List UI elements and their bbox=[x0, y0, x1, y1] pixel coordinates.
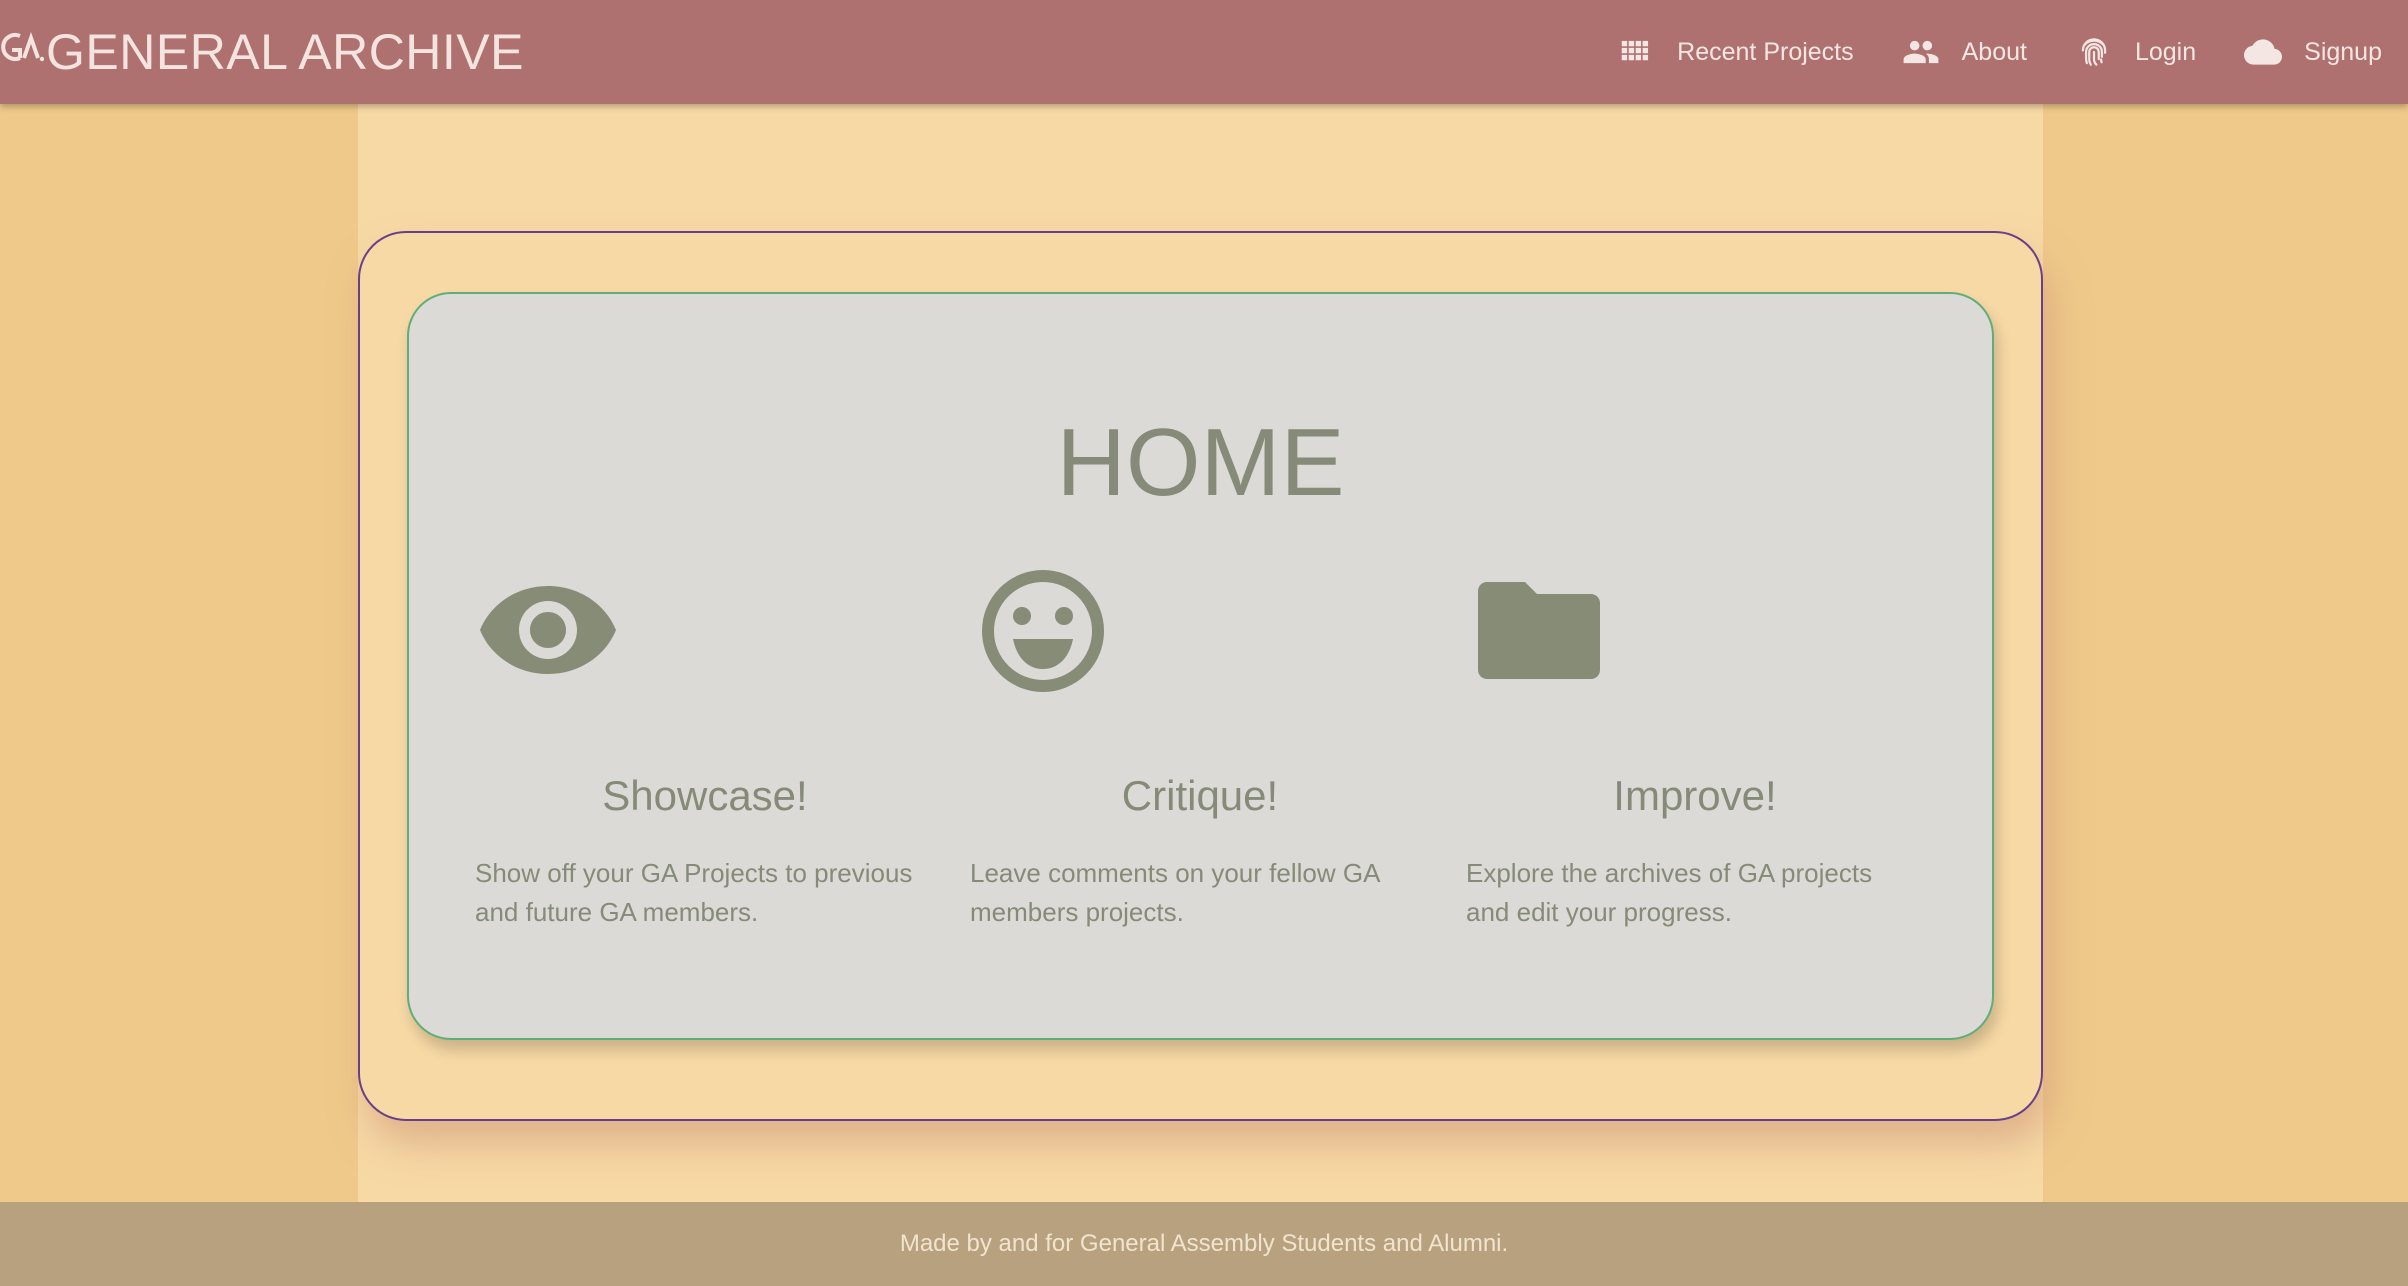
feature-text-improve: Explore the archives of GA projects and … bbox=[1466, 858, 1873, 927]
nav-menu: Recent Projects About Login Signup bbox=[1569, 0, 2382, 104]
footer-text: Made by and for General Assembly Student… bbox=[899, 1230, 1509, 1257]
feature-text-critique: Leave comments on your fellow GA members… bbox=[970, 858, 1379, 927]
folder-icon bbox=[1478, 582, 1600, 679]
page-title: HOME bbox=[1056, 409, 1345, 516]
nav-label: Login bbox=[2134, 37, 2197, 66]
navbar: GENERAL ARCHIVE Recent Projects About Lo… bbox=[0, 0, 2408, 104]
nav-item-recent-projects[interactable]: Recent Projects bbox=[1617, 33, 1854, 71]
brand-title: GENERAL ARCHIVE bbox=[46, 24, 525, 80]
nav-label: Signup bbox=[2304, 37, 2382, 66]
footer: Made by and for General Assembly Student… bbox=[0, 1202, 2408, 1286]
eye-icon bbox=[480, 586, 616, 674]
nav-label: About bbox=[1961, 37, 2027, 66]
fingerprint-icon bbox=[2081, 38, 2107, 66]
feature-text-showcase: Show off your GA Projects to previous an… bbox=[475, 858, 913, 927]
ga-logo-icon bbox=[1, 31, 44, 62]
nav-item-signup[interactable]: Signup bbox=[2244, 33, 2382, 71]
grid-icon bbox=[1621, 40, 1649, 61]
feature-heading-showcase: Showcase! bbox=[602, 772, 808, 819]
feature-heading-critique: Critique! bbox=[1121, 772, 1279, 819]
nav-item-login[interactable]: Login bbox=[2075, 33, 2196, 71]
nav-label: Recent Projects bbox=[1677, 37, 1854, 66]
brand-link[interactable]: GENERAL ARCHIVE bbox=[0, 0, 524, 104]
smiley-icon bbox=[982, 570, 1104, 692]
nav-item-about[interactable]: About bbox=[1902, 33, 2027, 71]
people-icon bbox=[1903, 40, 1939, 64]
feature-heading-improve: Improve! bbox=[1613, 772, 1777, 819]
cloud-icon bbox=[2244, 39, 2283, 65]
